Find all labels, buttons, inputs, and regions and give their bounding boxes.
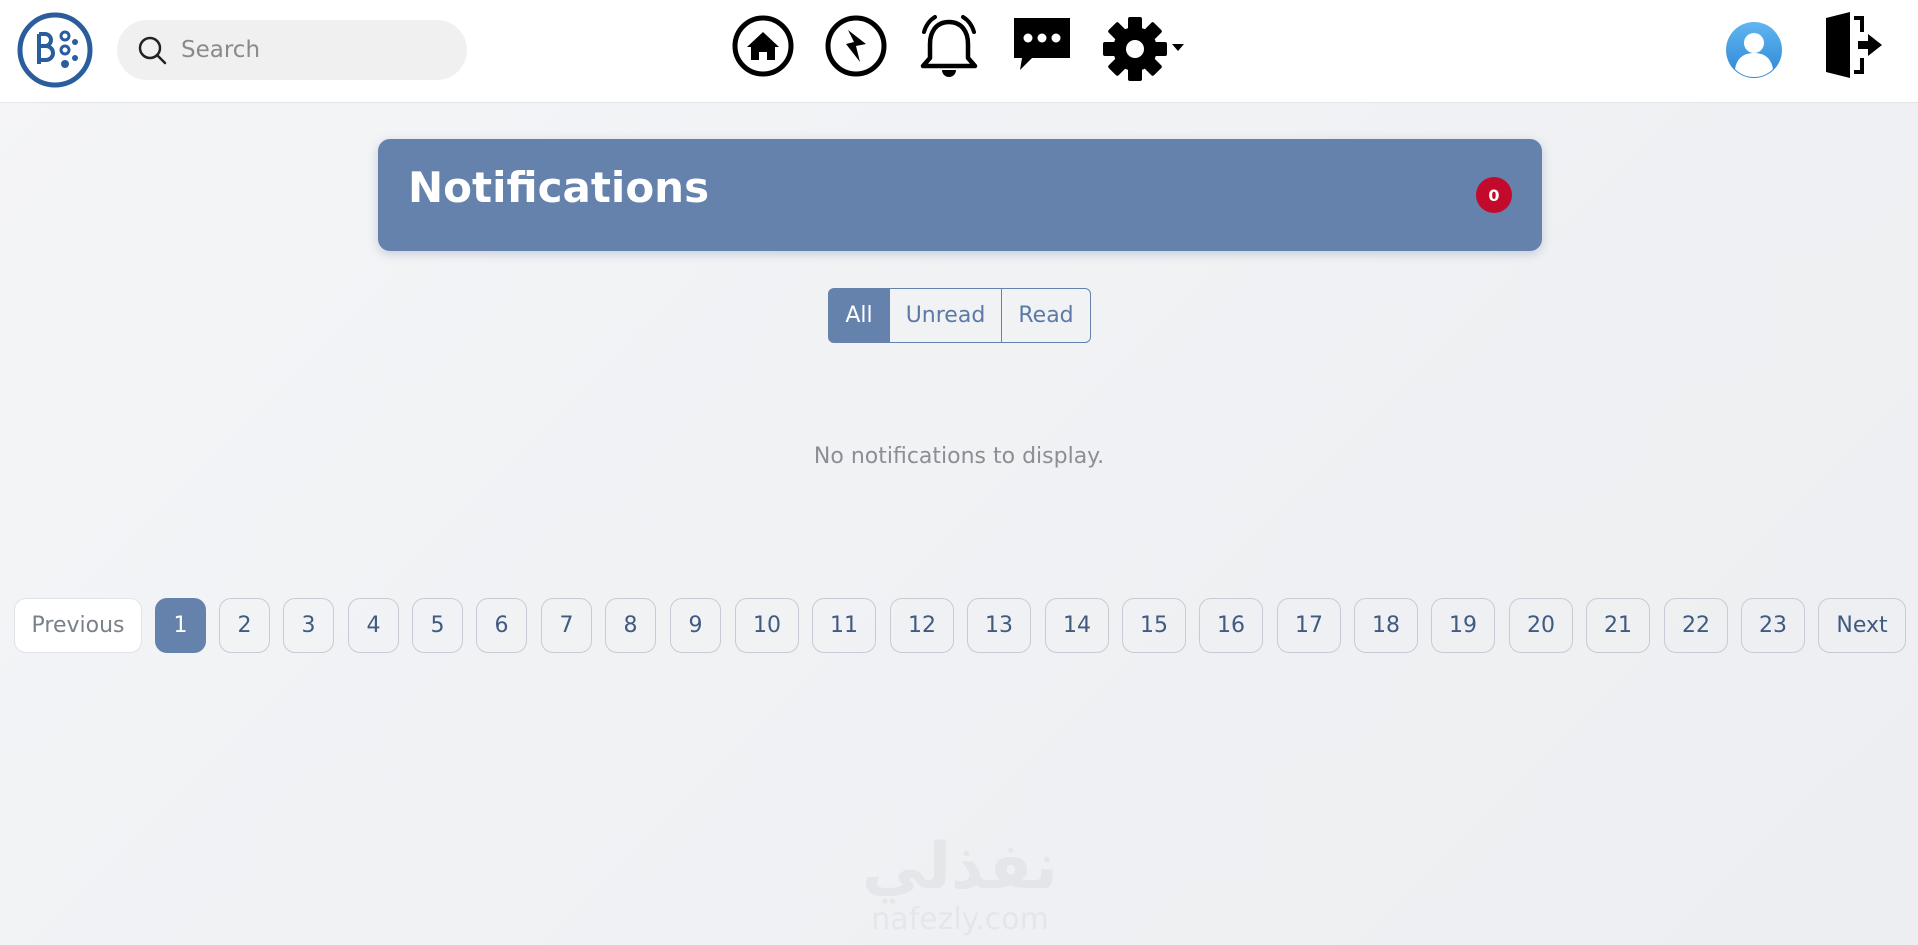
page-button-6[interactable]: 6 xyxy=(476,598,527,653)
page-button-8[interactable]: 8 xyxy=(605,598,656,653)
search-input[interactable] xyxy=(179,36,453,64)
home-icon[interactable] xyxy=(731,14,795,78)
filter-all-button[interactable]: All xyxy=(828,288,890,343)
page-button-12[interactable]: 12 xyxy=(890,598,954,653)
page-title: Notifications xyxy=(408,163,710,212)
filter-read-button[interactable]: Read xyxy=(1001,288,1091,343)
app-logo-icon[interactable] xyxy=(17,12,93,88)
filter-unread-button[interactable]: Unread xyxy=(889,288,1002,343)
top-navbar xyxy=(0,0,1918,103)
page-button-18[interactable]: 18 xyxy=(1354,598,1418,653)
page-button-1[interactable]: 1 xyxy=(155,598,206,653)
pagination: Previous 1 2 3 4 5 6 7 8 9 10 11 12 13 1… xyxy=(0,598,1918,655)
page-button-11[interactable]: 11 xyxy=(812,598,876,653)
settings-gear-icon[interactable] xyxy=(1102,14,1186,84)
page-button-13[interactable]: 13 xyxy=(967,598,1031,653)
page-button-16[interactable]: 16 xyxy=(1199,598,1263,653)
logout-door-icon[interactable] xyxy=(1824,12,1884,78)
user-avatar-icon[interactable] xyxy=(1725,21,1783,79)
page-button-3[interactable]: 3 xyxy=(283,598,334,653)
page-button-10[interactable]: 10 xyxy=(735,598,799,653)
next-page-button[interactable]: Next xyxy=(1818,598,1906,653)
watermark: نفذلي nafezly.com xyxy=(850,830,1070,942)
chat-icon[interactable] xyxy=(1010,14,1074,76)
watermark-arabic-text: نفذلي xyxy=(862,830,1058,904)
page-button-2[interactable]: 2 xyxy=(219,598,270,653)
page-button-20[interactable]: 20 xyxy=(1509,598,1573,653)
page-button-14[interactable]: 14 xyxy=(1045,598,1109,653)
page-button-21[interactable]: 21 xyxy=(1586,598,1650,653)
previous-page-button[interactable]: Previous xyxy=(14,598,142,653)
page-button-4[interactable]: 4 xyxy=(348,598,399,653)
chevron-down-icon xyxy=(1172,44,1184,51)
notification-count-badge: 0 xyxy=(1476,177,1512,213)
bell-icon[interactable] xyxy=(916,14,982,84)
page-button-19[interactable]: 19 xyxy=(1431,598,1495,653)
page-button-22[interactable]: 22 xyxy=(1664,598,1728,653)
page-button-9[interactable]: 9 xyxy=(670,598,721,653)
search-bar[interactable] xyxy=(117,20,467,80)
search-icon xyxy=(138,36,167,65)
page-button-23[interactable]: 23 xyxy=(1741,598,1805,653)
notification-filter-group: All Unread Read xyxy=(828,288,1091,343)
watermark-latin-text: nafezly.com xyxy=(871,902,1049,937)
empty-state-message: No notifications to display. xyxy=(813,444,1105,469)
page-button-17[interactable]: 17 xyxy=(1277,598,1341,653)
page-button-5[interactable]: 5 xyxy=(412,598,463,653)
explore-compass-icon[interactable] xyxy=(824,14,888,78)
notifications-header: Notifications 0 xyxy=(378,139,1542,251)
page-button-7[interactable]: 7 xyxy=(541,598,592,653)
page-button-15[interactable]: 15 xyxy=(1122,598,1186,653)
